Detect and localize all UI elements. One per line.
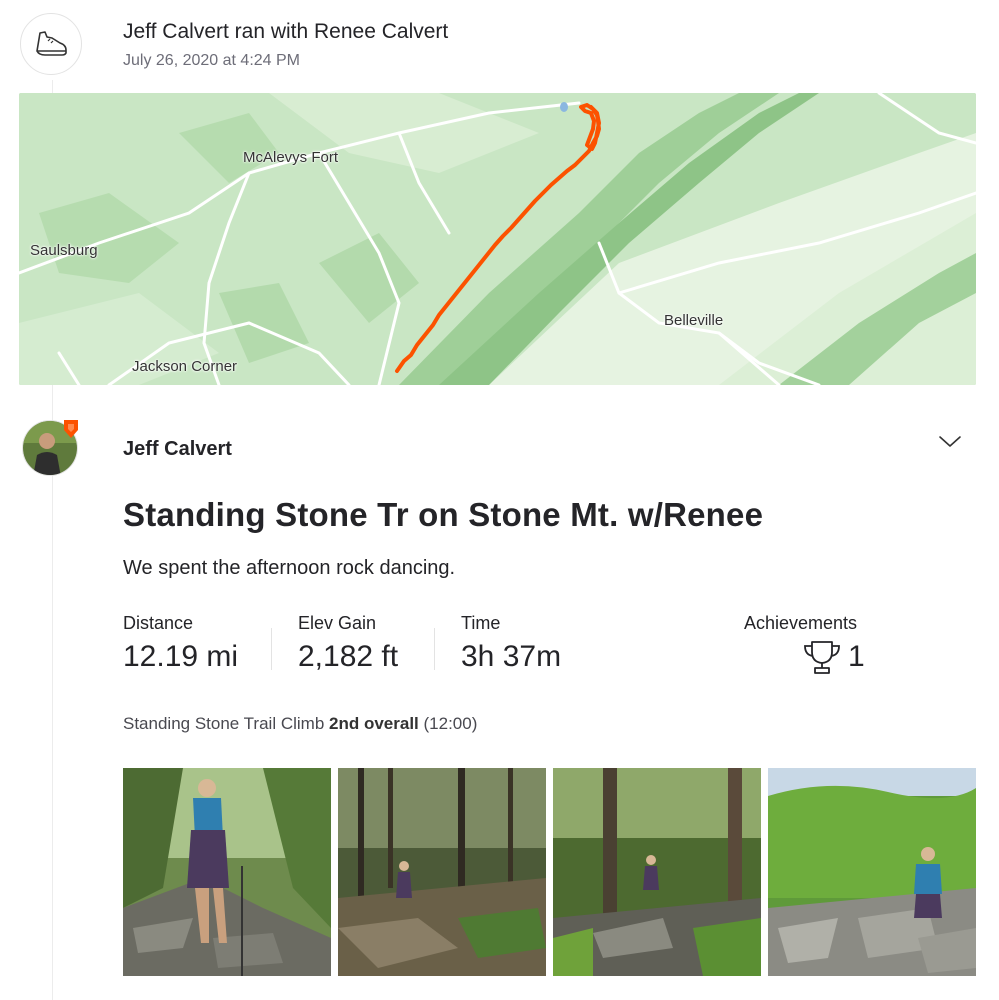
activity-description: We spent the afternoon rock dancing.: [123, 557, 456, 579]
subscription-badge-icon: [64, 420, 78, 438]
stat-value-elev-gain: 2,182 ft: [298, 640, 399, 673]
photo-4[interactable]: [768, 768, 976, 976]
segment-effort[interactable]: Standing Stone Trail Climb 2nd overall (…: [123, 714, 477, 734]
stat-value-distance: 12.19 mi: [123, 640, 239, 673]
stat-divider: [434, 628, 435, 670]
segment-time: (12:00): [423, 714, 478, 733]
route-map[interactable]: McAlevys Fort Saulsburg Belleville Jacks…: [19, 93, 976, 385]
map-label-belleville: Belleville: [664, 312, 724, 329]
chevron-down-icon[interactable]: [935, 430, 965, 452]
map-label-mcalevys-fort: McAlevys Fort: [243, 149, 339, 166]
photo-3[interactable]: [553, 768, 761, 976]
photo-2[interactable]: [338, 768, 546, 976]
athlete-name[interactable]: Jeff Calvert: [123, 438, 232, 461]
segment-rank: 2nd overall: [329, 714, 419, 733]
shoe-icon: [36, 31, 67, 56]
feed-entry-title[interactable]: Jeff Calvert ran with Renee Calvert: [123, 20, 448, 44]
stat-label-distance: Distance: [123, 613, 194, 633]
segment-name: Standing Stone Trail Climb: [123, 714, 325, 733]
map-canvas: [19, 93, 976, 385]
activity-title[interactable]: Standing Stone Tr on Stone Mt. w/Renee: [123, 496, 763, 534]
stat-label-achievements: Achievements: [744, 613, 858, 633]
map-label-jackson-corner: Jackson Corner: [132, 358, 238, 375]
trophy-icon: [804, 641, 840, 674]
stat-divider: [271, 628, 272, 670]
athlete-avatar-wrap[interactable]: [22, 420, 80, 478]
map-label-saulsburg: Saulsburg: [30, 242, 98, 259]
feed-entry-date: July 26, 2020 at 4:24 PM: [123, 52, 300, 69]
stat-label-time: Time: [461, 613, 501, 633]
stat-label-elev-gain: Elev Gain: [298, 613, 377, 633]
photo-1[interactable]: [123, 768, 331, 976]
achievements-value[interactable]: 1: [802, 638, 865, 676]
achievements-count: 1: [848, 640, 865, 673]
activity-type-badge: [20, 13, 82, 75]
stat-value-time: 3h 37m: [461, 640, 562, 673]
